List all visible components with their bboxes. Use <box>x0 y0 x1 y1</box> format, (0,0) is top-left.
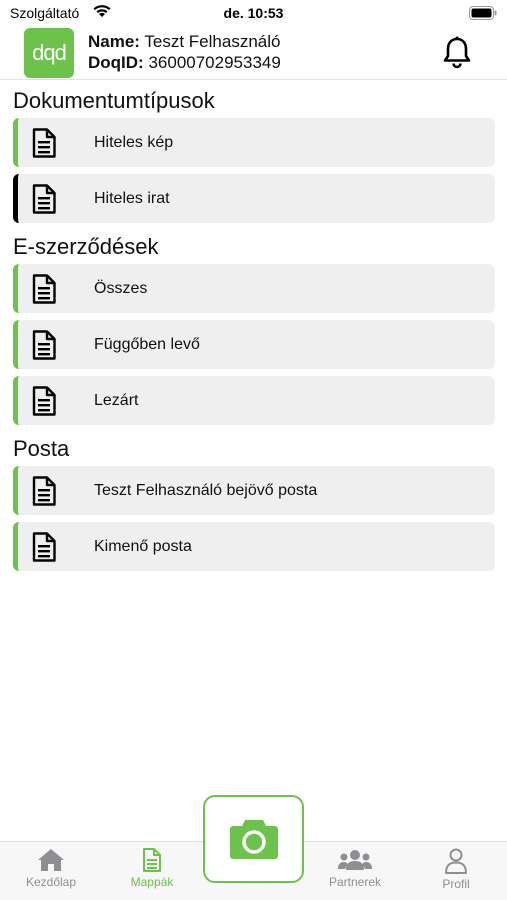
document-icon <box>32 273 56 304</box>
list-item-incoming-mail[interactable]: Teszt Felhasználó bejövő posta <box>13 466 495 515</box>
tab-partners[interactable]: Partnerek <box>305 848 405 889</box>
name-label: Name: <box>88 32 140 51</box>
doqid-label: DoqID: <box>88 53 144 72</box>
folders-content: Dokumentumtípusok Hiteles kép Hiteles ir… <box>0 84 507 578</box>
document-icon <box>32 329 56 360</box>
list-item-label: Függőben levő <box>94 335 200 353</box>
app-logo: dqd <box>24 28 74 78</box>
list-item-label: Teszt Felhasználó bejövő posta <box>94 481 318 499</box>
tab-label: Kezdőlap <box>25 875 77 889</box>
notifications-bell-icon[interactable] <box>441 36 473 70</box>
document-icon <box>32 385 56 416</box>
home-icon <box>38 849 64 871</box>
battery-icon <box>469 6 497 23</box>
camera-icon <box>229 820 278 859</box>
list-item-osszes[interactable]: Összes <box>13 264 495 313</box>
tab-label: Partnerek <box>328 875 382 889</box>
status-bar: Szolgáltató de. 10:53 <box>0 0 507 26</box>
tab-profile[interactable]: Profil <box>406 848 506 891</box>
document-icon <box>32 183 56 214</box>
tab-label: Mappák <box>130 875 174 889</box>
section-posta: Posta Teszt Felhasználó bejövő posta Kim… <box>0 432 507 571</box>
section-title: E-szerződések <box>13 234 159 259</box>
document-icon <box>32 531 56 562</box>
list-item-label: Kimenő posta <box>94 537 192 555</box>
user-info: Name: Teszt Felhasználó DoqID: 360007029… <box>88 31 281 73</box>
document-icon <box>32 127 56 158</box>
clock: de. 10:53 <box>223 5 284 21</box>
list-item-lezart[interactable]: Lezárt <box>13 376 495 425</box>
user-name-row: Name: Teszt Felhasználó <box>88 31 281 52</box>
list-item-fuggoben-levo[interactable]: Függőben levő <box>13 320 495 369</box>
person-icon <box>445 848 467 874</box>
section-document-types: Dokumentumtípusok Hiteles kép Hiteles ir… <box>0 84 507 223</box>
list-item-label: Hiteles irat <box>94 189 170 207</box>
folder-document-icon <box>143 848 161 872</box>
section-title: Dokumentumtípusok <box>13 88 215 113</box>
camera-button[interactable] <box>203 795 304 883</box>
section-title: Posta <box>13 436 70 461</box>
list-item-hiteles-kep[interactable]: Hiteles kép <box>13 118 495 167</box>
section-e-contracts: E-szerződések Összes Függőben levő Lezár… <box>0 230 507 425</box>
people-icon <box>338 850 372 870</box>
tab-label: Profil <box>442 877 470 891</box>
logo-text: dqd <box>32 40 67 65</box>
tab-home[interactable]: Kezdőlap <box>1 848 101 889</box>
doqid-value: 36000702953349 <box>148 53 281 72</box>
app-header: dqd Name: Teszt Felhasználó DoqID: 36000… <box>0 26 507 80</box>
document-icon <box>32 475 56 506</box>
tab-folders[interactable]: Mappák <box>102 848 202 889</box>
name-value: Teszt Felhasználó <box>144 32 281 51</box>
list-item-outgoing-mail[interactable]: Kimenő posta <box>13 522 495 571</box>
list-item-label: Lezárt <box>94 391 139 409</box>
list-item-label: Összes <box>94 279 148 297</box>
list-item-hiteles-irat[interactable]: Hiteles irat <box>13 174 495 223</box>
doqid-row: DoqID: 36000702953349 <box>88 52 281 73</box>
list-item-label: Hiteles kép <box>94 133 174 151</box>
